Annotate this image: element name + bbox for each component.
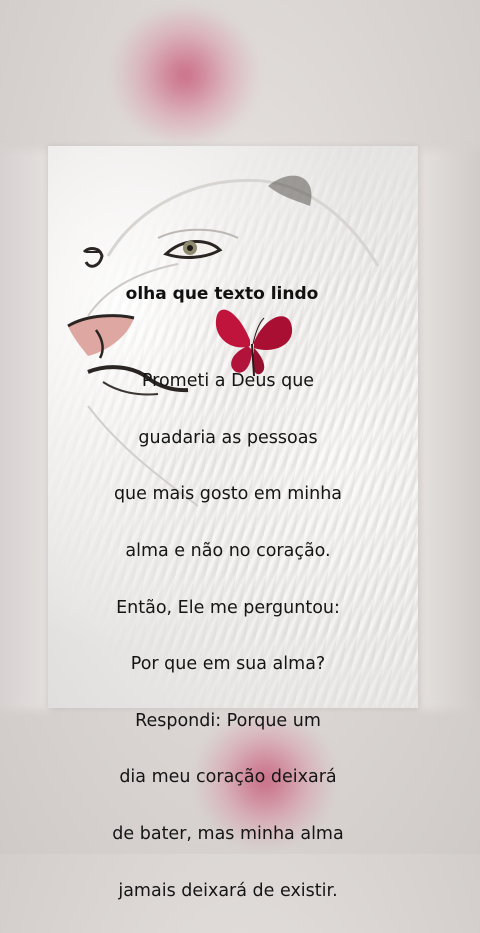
poem-line: Então, Ele me perguntou: bbox=[116, 597, 340, 618]
poem-line: Por que em sua alma? bbox=[130, 654, 326, 675]
poem-line: de bater, mas minha alma bbox=[112, 824, 344, 845]
poem-line: Prometi a Deus que bbox=[141, 371, 315, 392]
blurred-flower-top bbox=[110, 10, 260, 140]
poem-line: dia meu coração deixará bbox=[119, 767, 337, 788]
poem-line: alma e não no coração. bbox=[125, 541, 331, 562]
poem-text: Prometi a Deus que guadaria as pessoas q… bbox=[0, 339, 456, 933]
poem-line: Respondi: Porque um bbox=[135, 710, 321, 731]
poem-line: jamais deixará de existir. bbox=[118, 880, 338, 901]
poem-line: que mais gosto em minha bbox=[113, 484, 343, 505]
poem-line: guadaria as pessoas bbox=[138, 427, 318, 448]
post-title: olha que texto lindo bbox=[125, 284, 319, 304]
